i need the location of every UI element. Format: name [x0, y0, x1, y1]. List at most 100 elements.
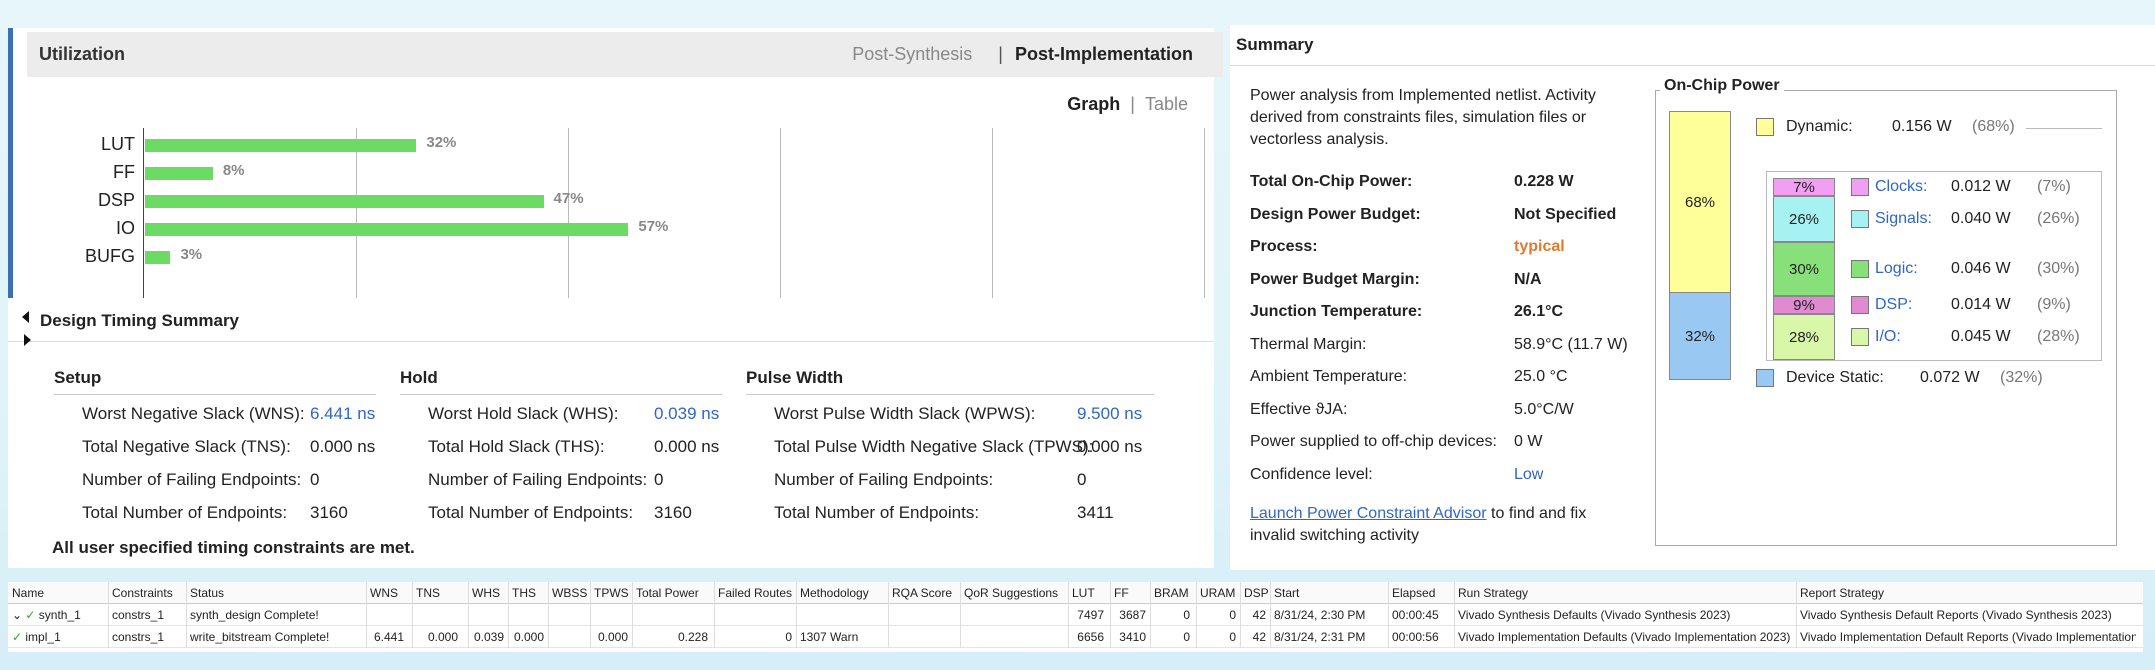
column-header[interactable]: FF	[1114, 586, 1150, 600]
table-row[interactable]: ⌄ ✓ synth_1 constrs_1 synth_design Complet…	[8, 604, 2143, 626]
table-cell: ✓ impl_1	[12, 630, 104, 644]
timing-value: 0	[310, 470, 320, 489]
timing-row: Total Pulse Width Negative Slack (TPWS):…	[746, 428, 1154, 461]
breakdown-label-link[interactable]: Signals:	[1875, 210, 1932, 228]
breakdown-swatch	[1851, 178, 1869, 196]
column-header[interactable]: Failed Routes	[718, 586, 796, 600]
column-header[interactable]: TNS	[416, 586, 462, 600]
power-label: Process:	[1250, 238, 1318, 255]
check-icon: ✓	[25, 608, 39, 622]
column-header[interactable]: WHS	[472, 586, 508, 600]
expand-arrow-icon[interactable]	[24, 334, 31, 346]
table-cell: 00:00:45	[1392, 608, 1439, 622]
bar-row: LUT 32%	[27, 130, 1127, 158]
column-divider	[548, 582, 549, 648]
column-divider	[108, 582, 109, 648]
power-value-link[interactable]: Low	[1514, 466, 1543, 484]
bar-row: IO 57%	[27, 214, 1127, 242]
column-header[interactable]: WBSS	[552, 586, 590, 600]
timing-value-link[interactable]: 0.039 ns	[654, 404, 719, 424]
column-header[interactable]: TPWS	[594, 586, 632, 600]
expand-chevron-icon[interactable]: ⌄	[12, 608, 25, 622]
bar-value-label: 57%	[638, 218, 669, 235]
bar	[145, 223, 629, 236]
column-header[interactable]: BRAM	[1154, 586, 1194, 600]
breakdown-label-link[interactable]: Logic:	[1875, 260, 1918, 278]
gridline	[1204, 128, 1205, 298]
tab-post-synthesis[interactable]: Post-Synthesis	[852, 44, 972, 64]
power-row: Thermal Margin: 58.9°C (11.7 W)	[1250, 336, 1670, 360]
column-divider	[186, 582, 187, 648]
timing-value-link[interactable]: 9.500 ns	[1077, 404, 1142, 424]
view-table[interactable]: Table	[1145, 94, 1188, 114]
column-header[interactable]: DSP	[1244, 586, 1270, 600]
column-header[interactable]: RQA Score	[892, 586, 960, 600]
bar-label: FF	[113, 162, 135, 182]
breakdown-value: 0.012 W	[1951, 178, 2011, 195]
power-value: 26.1°C	[1514, 303, 1564, 320]
power-label: Power Budget Margin:	[1250, 270, 1420, 288]
column-divider	[366, 582, 367, 648]
timing-row: Number of Failing Endpoints: 0	[746, 461, 1154, 494]
column-header[interactable]: Methodology	[800, 586, 888, 600]
column-header[interactable]: LUT	[1072, 586, 1108, 600]
column-divider	[1196, 582, 1197, 648]
timing-value: 3411	[1077, 503, 1114, 522]
breakdown-label-link[interactable]: I/O:	[1875, 328, 1901, 346]
power-description: Power analysis from Implemented netlist.…	[1250, 87, 1596, 148]
dynamic-swatch	[1756, 118, 1774, 136]
table-cell: constrs_1	[112, 608, 165, 622]
power-row: Design Power Budget: Not Specified	[1250, 206, 1670, 230]
column-header[interactable]: Start	[1274, 586, 1388, 600]
column-divider	[714, 582, 715, 648]
breakdown-value: 0.046 W	[1951, 260, 2011, 277]
power-label: Thermal Margin:	[1250, 335, 1367, 353]
column-header[interactable]: Name	[12, 586, 108, 600]
timing-status-message: All user specified timing constraints ar…	[52, 538, 415, 557]
collapse-arrow-icon[interactable]	[22, 311, 29, 323]
column-header[interactable]: Report Strategy	[1800, 586, 2140, 600]
column-header[interactable]: Run Strategy	[1458, 586, 1796, 600]
table-cell: 6.441	[373, 630, 404, 644]
column-header[interactable]: WNS	[370, 586, 408, 600]
power-row: Ambient Temperature: 25.0 °C	[1250, 368, 1670, 392]
breakdown-label-link[interactable]: Clocks:	[1875, 178, 1927, 196]
column-divider	[1240, 582, 1241, 648]
table-cell: 0	[1229, 608, 1236, 622]
static-bar-segment: 32%	[1669, 292, 1731, 380]
view-graph[interactable]: Graph	[1067, 94, 1120, 114]
tab-post-implementation[interactable]: Post-Implementation	[1015, 44, 1193, 64]
power-row: Power Budget Margin: N/A	[1250, 271, 1670, 295]
launch-power-constraint-advisor-link[interactable]: Launch Power Constraint Advisor	[1250, 505, 1487, 522]
column-header[interactable]: Elapsed	[1392, 586, 1454, 600]
dynamic-pct: (68%)	[1972, 118, 2015, 135]
timing-row: Worst Negative Slack (WNS): 6.441 ns	[54, 395, 376, 428]
column-divider	[1388, 582, 1389, 648]
timing-label: Worst Hold Slack (WHS):	[428, 404, 619, 423]
bar	[145, 195, 544, 208]
timing-header: Design Timing Summary	[8, 298, 1214, 346]
power-value: 5.0°C/W	[1514, 400, 1574, 418]
column-header[interactable]: URAM	[1200, 586, 1240, 600]
column-header[interactable]: THS	[512, 586, 548, 600]
timing-value: 0.000 ns	[310, 437, 376, 456]
timing-row: Number of Failing Endpoints: 0	[54, 461, 376, 494]
timing-row: Total Number of Endpoints: 3160	[54, 494, 376, 527]
power-value: 25.0 °C	[1514, 368, 1568, 385]
hold-rows: Worst Hold Slack (WHS): 0.039 ns Total Hol…	[400, 395, 722, 527]
column-divider	[796, 582, 797, 648]
column-header[interactable]: QoR Suggestions	[964, 586, 1068, 600]
column-header[interactable]: Constraints	[112, 586, 186, 600]
breakdown-label-link[interactable]: DSP:	[1875, 296, 1912, 314]
timing-value-link[interactable]: 6.441 ns	[310, 404, 375, 424]
power-label: Design Power Budget:	[1250, 205, 1421, 223]
table-cell: 0.000	[513, 630, 544, 644]
column-header[interactable]: Total Power	[636, 586, 712, 600]
timing-row: Total Number of Endpoints: 3160	[400, 494, 722, 527]
column-header[interactable]: Status	[190, 586, 366, 600]
static-swatch	[1756, 369, 1774, 387]
timing-label: Number of Failing Endpoints:	[428, 470, 648, 489]
table-cell: 8/31/24, 2:30 PM	[1274, 608, 1366, 622]
power-summary-panel: Summary Power analysis from Implemented …	[1230, 25, 2155, 570]
table-row[interactable]: ✓ impl_1 constrs_1 write_bitstream Complet…	[8, 626, 2143, 648]
